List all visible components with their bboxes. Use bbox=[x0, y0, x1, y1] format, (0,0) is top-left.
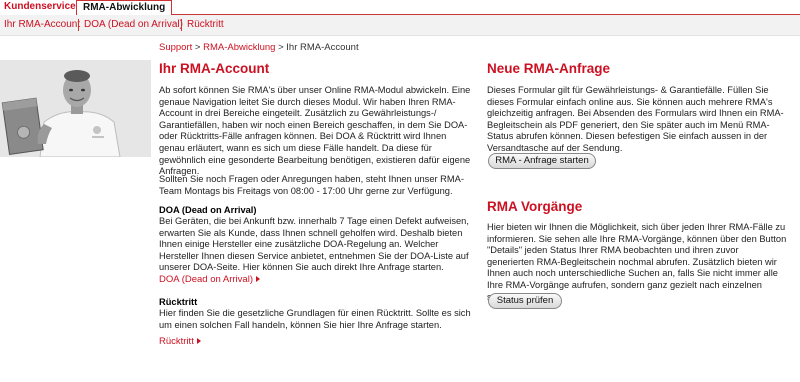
start-rma-request-button[interactable]: RMA - Anfrage starten bbox=[488, 153, 596, 169]
sub-navigation: Ihr RMA-Account DOA (Dead on Arrival) Rü… bbox=[0, 15, 800, 36]
intro-text: Ab sofort können Sie RMA's über unser On… bbox=[159, 85, 471, 177]
doa-link[interactable]: DOA (Dead on Arrival) bbox=[159, 274, 260, 285]
breadcrumb-rma-abwicklung[interactable]: RMA-Abwicklung bbox=[203, 42, 275, 53]
subnav-ihr-rma-account[interactable]: Ihr RMA-Account bbox=[4, 19, 80, 30]
new-rma-text: Dieses Formular gilt für Gewährleistungs… bbox=[487, 85, 784, 153]
breadcrumb: Support > RMA-Abwicklung > Ihr RMA-Accou… bbox=[159, 42, 359, 53]
new-rma-heading: Neue RMA-Anfrage bbox=[487, 61, 611, 76]
breadcrumb-support[interactable]: Support bbox=[159, 42, 192, 53]
ruecktritt-link-label: Rücktritt bbox=[159, 336, 194, 347]
arrow-right-icon bbox=[255, 276, 260, 283]
page-title: Ihr RMA-Account bbox=[159, 61, 270, 76]
breadcrumb-separator: > bbox=[192, 42, 204, 53]
support-person-photo bbox=[0, 60, 151, 157]
rma-processes-heading: RMA Vorgänge bbox=[487, 199, 583, 214]
doa-text: Bei Geräten, die bei Ankunft bzw. innerh… bbox=[159, 216, 469, 273]
rma-processes-text: Hier bieten wir Ihnen die Möglichkeit, s… bbox=[487, 222, 787, 302]
check-status-button[interactable]: Status prüfen bbox=[488, 293, 562, 309]
subnav-ruecktritt[interactable]: Rücktritt bbox=[187, 19, 224, 30]
subnav-divider bbox=[181, 19, 182, 31]
breadcrumb-current: Ihr RMA-Account bbox=[286, 42, 359, 53]
ruecktritt-link[interactable]: Rücktritt bbox=[159, 336, 201, 347]
ruecktritt-heading: Rücktritt bbox=[159, 297, 198, 307]
doa-heading: DOA (Dead on Arrival) bbox=[159, 205, 257, 215]
top-tab-bar: Kundenservice RMA-Abwicklung bbox=[0, 0, 800, 16]
subnav-divider bbox=[78, 19, 79, 31]
subnav-doa[interactable]: DOA (Dead on Arrival) bbox=[84, 19, 183, 30]
ruecktritt-text: Hier finden Sie die gesetzliche Grundlag… bbox=[159, 308, 471, 330]
breadcrumb-separator: > bbox=[275, 42, 287, 53]
doa-link-label: DOA (Dead on Arrival) bbox=[159, 274, 253, 285]
tab-kundenservice[interactable]: Kundenservice bbox=[0, 0, 76, 15]
contact-text: Sollten Sie noch Fragen oder Anregungen … bbox=[159, 174, 464, 196]
arrow-right-icon bbox=[196, 338, 201, 345]
tab-rma-abwicklung[interactable]: RMA-Abwicklung bbox=[76, 0, 172, 16]
